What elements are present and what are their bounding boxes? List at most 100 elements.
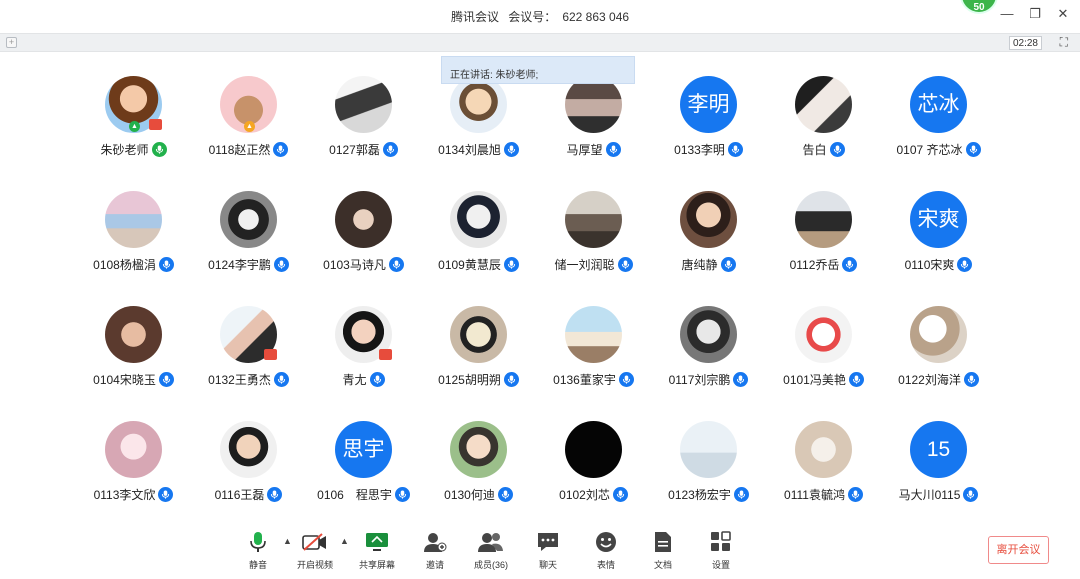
reactions-button[interactable]: 表情: [581, 530, 631, 571]
microphone-icon: [233, 530, 283, 554]
participant-tile[interactable]: 0117刘宗鹏: [651, 302, 766, 417]
participant-tile[interactable]: ▲ 朱砂老师: [76, 72, 191, 187]
fullscreen-icon[interactable]: ⛶: [1060, 35, 1068, 50]
microphone-icon: [605, 142, 621, 157]
participant-tile[interactable]: 0134刘晨旭: [421, 72, 536, 187]
avatar: [450, 191, 507, 248]
microphone-icon: [394, 487, 410, 502]
avatar: [450, 306, 507, 363]
avatar: [105, 306, 162, 363]
participant-tile[interactable]: 0101冯美艳: [766, 302, 881, 417]
add-icon[interactable]: +: [6, 37, 17, 48]
microphone-icon: [842, 257, 858, 272]
participant-tile[interactable]: 0125胡明朔: [421, 302, 536, 417]
participant-name: 0125胡明朔: [438, 373, 501, 387]
participant-name: 0106 程思宇: [317, 488, 392, 502]
participant-tile[interactable]: 李明 0133李明: [651, 72, 766, 187]
mute-button[interactable]: 静音: [233, 530, 283, 571]
participant-tile[interactable]: 0127郭磊: [306, 72, 421, 187]
participant-name: 0132王勇杰: [208, 373, 271, 387]
avatar: [680, 421, 737, 478]
microphone-icon: [388, 257, 404, 272]
participant-tile[interactable]: 唐纯静: [651, 187, 766, 302]
documents-label: 文档: [653, 560, 672, 570]
participant-tile[interactable]: 思宇 0106 程思宇: [306, 417, 421, 532]
participant-name: 0107 齐芯冰: [896, 143, 963, 157]
participant-label: 0133李明: [651, 141, 766, 158]
participant-tile[interactable]: 告白: [766, 72, 881, 187]
participant-tile[interactable]: 青尢: [306, 302, 421, 417]
minimize-icon[interactable]: —: [1000, 6, 1014, 22]
participant-tile[interactable]: 0116王磊: [191, 417, 306, 532]
participant-tile[interactable]: 0108杨楹涓: [76, 187, 191, 302]
participant-tile[interactable]: 马厚望: [536, 72, 651, 187]
participant-name: 马厚望: [566, 143, 603, 157]
microphone-icon: [727, 142, 743, 157]
microphone-icon: [273, 372, 289, 387]
participant-name: 青尢: [342, 373, 367, 387]
microphone-icon: [618, 372, 634, 387]
participant-label: 0136董家宇: [536, 371, 651, 388]
members-icon: [466, 530, 516, 554]
share-screen-button[interactable]: 共享屏幕: [352, 530, 402, 571]
participant-tile[interactable]: 0123杨宏宇: [651, 417, 766, 532]
members-button[interactable]: 成员(36): [466, 530, 516, 571]
chat-button[interactable]: 聊天: [523, 530, 573, 571]
avatar: [795, 306, 852, 363]
participant-label: 0106 程思宇: [306, 486, 421, 503]
participant-label: 0111袁毓鸿: [766, 486, 881, 503]
avatar: [565, 306, 622, 363]
participant-name: 0122刘海洋: [898, 373, 961, 387]
participant-name: 0124李宇鹏: [208, 258, 271, 272]
participant-name: 0116王磊: [214, 488, 265, 502]
participant-name: 0127郭磊: [329, 143, 380, 157]
participant-tile[interactable]: 0111袁毓鸿: [766, 417, 881, 532]
participant-tile[interactable]: 0102刘芯: [536, 417, 651, 532]
participant-tile[interactable]: 0130何迪: [421, 417, 536, 532]
participant-tile[interactable]: 芯冰 0107 齐芯冰: [881, 72, 996, 187]
avatar: [105, 421, 162, 478]
participant-label: 0117刘宗鹏: [651, 371, 766, 388]
participant-label: 告白: [766, 141, 881, 158]
invite-label: 邀请: [425, 560, 444, 570]
cohost-badge-icon: ▲: [244, 121, 255, 132]
participant-tile[interactable]: 0122刘海洋: [881, 302, 996, 417]
participant-tile[interactable]: 0112乔岳: [766, 187, 881, 302]
app-name: 腾讯会议: [450, 10, 499, 24]
avatar: 李明: [680, 76, 737, 133]
leave-meeting-button[interactable]: 离开会议: [988, 536, 1049, 564]
participant-tile[interactable]: 0136董家宇: [536, 302, 651, 417]
participant-name: 0103马诗凡: [323, 258, 386, 272]
participant-tile[interactable]: 0103马诗凡: [306, 187, 421, 302]
microphone-icon: [267, 487, 283, 502]
close-icon[interactable]: ✕: [1056, 6, 1070, 22]
avatar: [335, 191, 392, 248]
participant-tile[interactable]: 15 马大川0115: [881, 417, 996, 532]
participant-tile[interactable]: 0132王勇杰: [191, 302, 306, 417]
microphone-icon: [382, 142, 398, 157]
participant-label: 0122刘海洋: [881, 371, 996, 388]
participant-label: 0134刘晨旭: [421, 141, 536, 158]
invite-button[interactable]: 邀请: [410, 530, 460, 571]
documents-button[interactable]: 文档: [638, 530, 688, 571]
participant-tile[interactable]: 0104宋晓玉: [76, 302, 191, 417]
start-video-button[interactable]: 开启视频: [290, 530, 340, 571]
restore-icon[interactable]: ❐: [1028, 6, 1042, 22]
window-title: 腾讯会议 会议号： 622 863 046: [0, 8, 1080, 25]
participant-tile[interactable]: ▲ 0118赵正然: [191, 72, 306, 187]
microphone-icon: [497, 487, 513, 502]
participant-label: 0113李文欣: [76, 486, 191, 503]
participant-name: 朱砂老师: [100, 143, 149, 157]
participant-tile[interactable]: 0124李宇鹏: [191, 187, 306, 302]
participant-tile[interactable]: 储一刘润聪: [536, 187, 651, 302]
participant-tile[interactable]: 0109黄慧辰: [421, 187, 536, 302]
participant-label: 0103马诗凡: [306, 256, 421, 273]
start-video-label: 开启视频: [296, 560, 333, 570]
settings-button[interactable]: 设置: [696, 530, 746, 571]
participant-tile[interactable]: 宋爽 0110宋爽: [881, 187, 996, 302]
participant-name: 0102刘芯: [559, 488, 610, 502]
participant-label: 0118赵正然: [191, 141, 306, 158]
participant-tile[interactable]: 0113李文欣: [76, 417, 191, 532]
participant-label: 唐纯静: [651, 256, 766, 273]
video-options-caret[interactable]: ▲: [340, 536, 349, 546]
